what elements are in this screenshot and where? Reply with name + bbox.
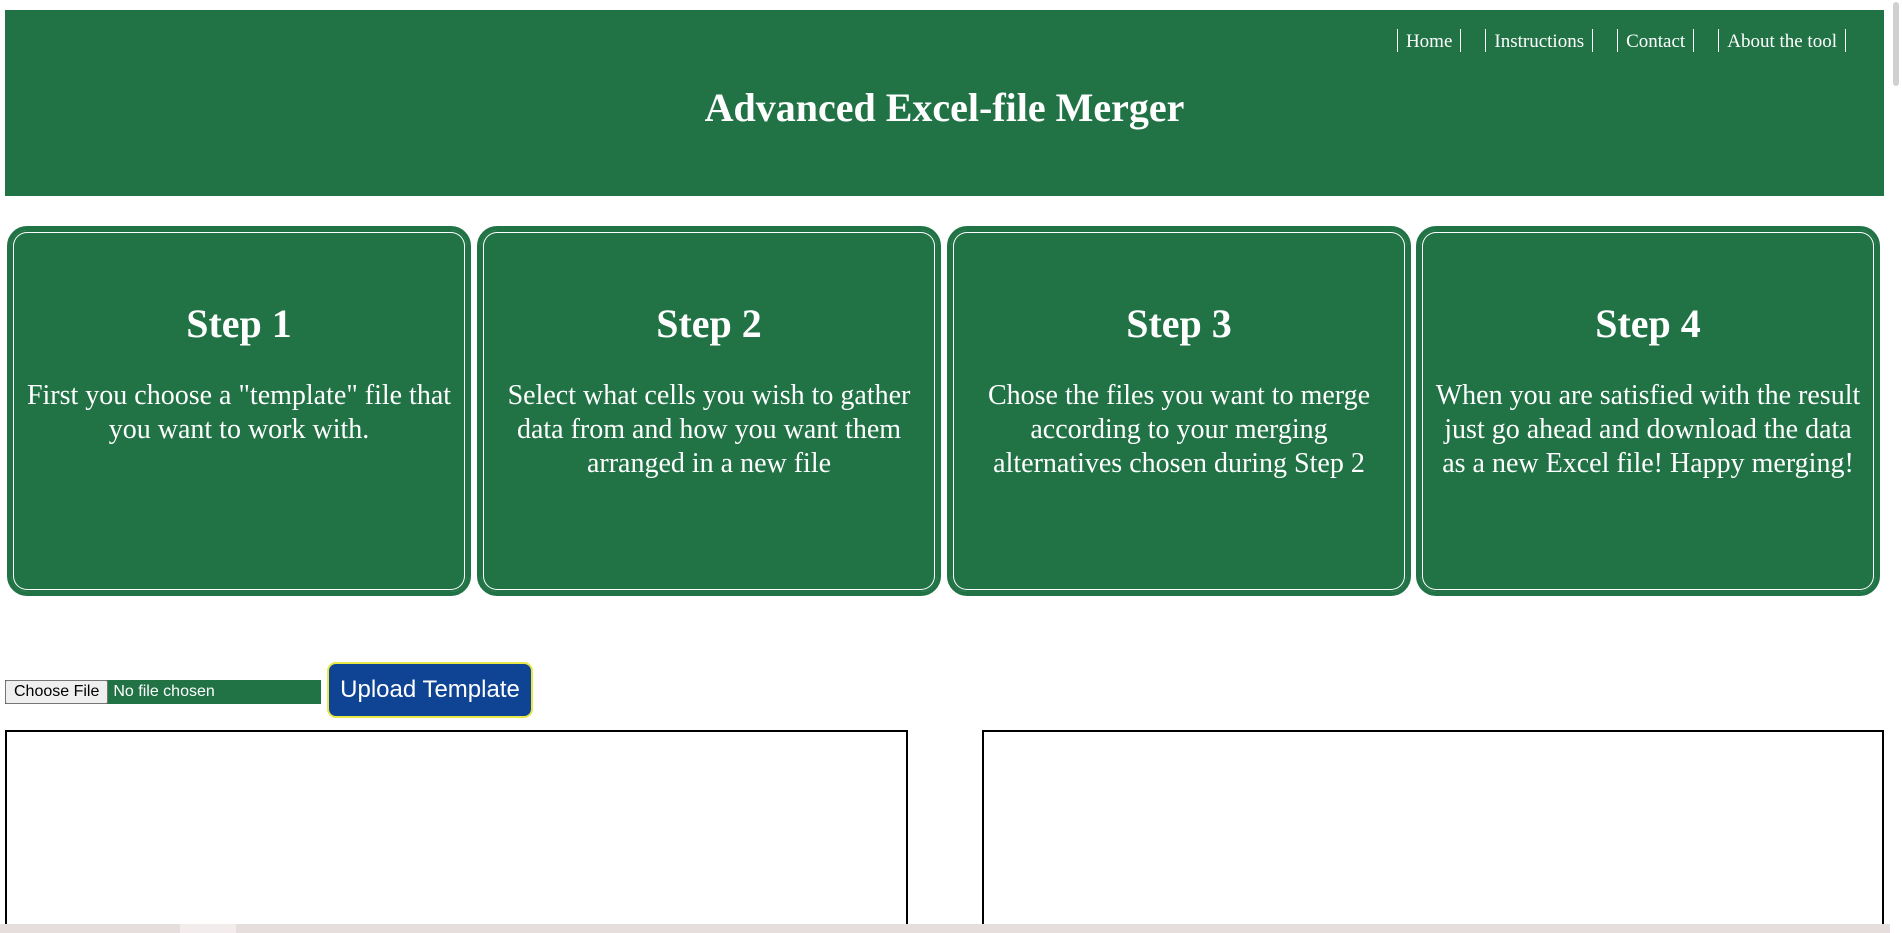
nav-link-home[interactable]: Home [1396,29,1462,52]
vertical-scrollbar[interactable] [1890,0,1902,924]
step-card-4: Step 4 When you are satisfied with the r… [1416,226,1880,596]
step-card-2: Step 2 Select what cells you wish to gat… [477,226,941,596]
site-header: Home Instructions Contact About the tool… [5,10,1884,196]
step-card-3: Step 3 Chose the files you want to merge… [947,226,1411,596]
step-description: Chose the files you want to merge accord… [987,380,1371,479]
step-description: Select what cells you wish to gather dat… [507,380,911,479]
template-preview-panel[interactable] [5,730,908,933]
step-title: Step 1 [186,301,292,346]
top-nav: Home Instructions Contact About the tool [1373,29,1846,52]
nav-link-instructions[interactable]: Instructions [1485,29,1594,52]
template-file-input[interactable]: Choose File No file chosen [5,680,321,704]
vertical-scrollbar-thumb[interactable] [1893,2,1899,86]
upload-template-button[interactable]: Upload Template [327,662,533,718]
file-status-text: No file chosen [113,683,215,700]
step-title: Step 2 [656,301,762,346]
steps-section: Step 1 First you choose a "template" fil… [7,226,1883,596]
step-title: Step 4 [1595,301,1701,346]
nav-link-contact[interactable]: Contact [1617,29,1695,52]
step-description: First you choose a "template" file that … [26,380,452,445]
page-title: Advanced Excel-file Merger [704,85,1185,130]
step-description: When you are satisfied with the result j… [1435,380,1861,479]
horizontal-scrollbar-thumb[interactable] [180,924,236,933]
merge-result-panel[interactable] [982,730,1884,933]
choose-file-button[interactable]: Choose File [5,680,109,704]
step-title: Step 3 [1126,301,1232,346]
step-card-1: Step 1 First you choose a "template" fil… [7,226,471,596]
nav-link-about[interactable]: About the tool [1718,29,1846,52]
horizontal-scrollbar[interactable] [0,924,1890,933]
